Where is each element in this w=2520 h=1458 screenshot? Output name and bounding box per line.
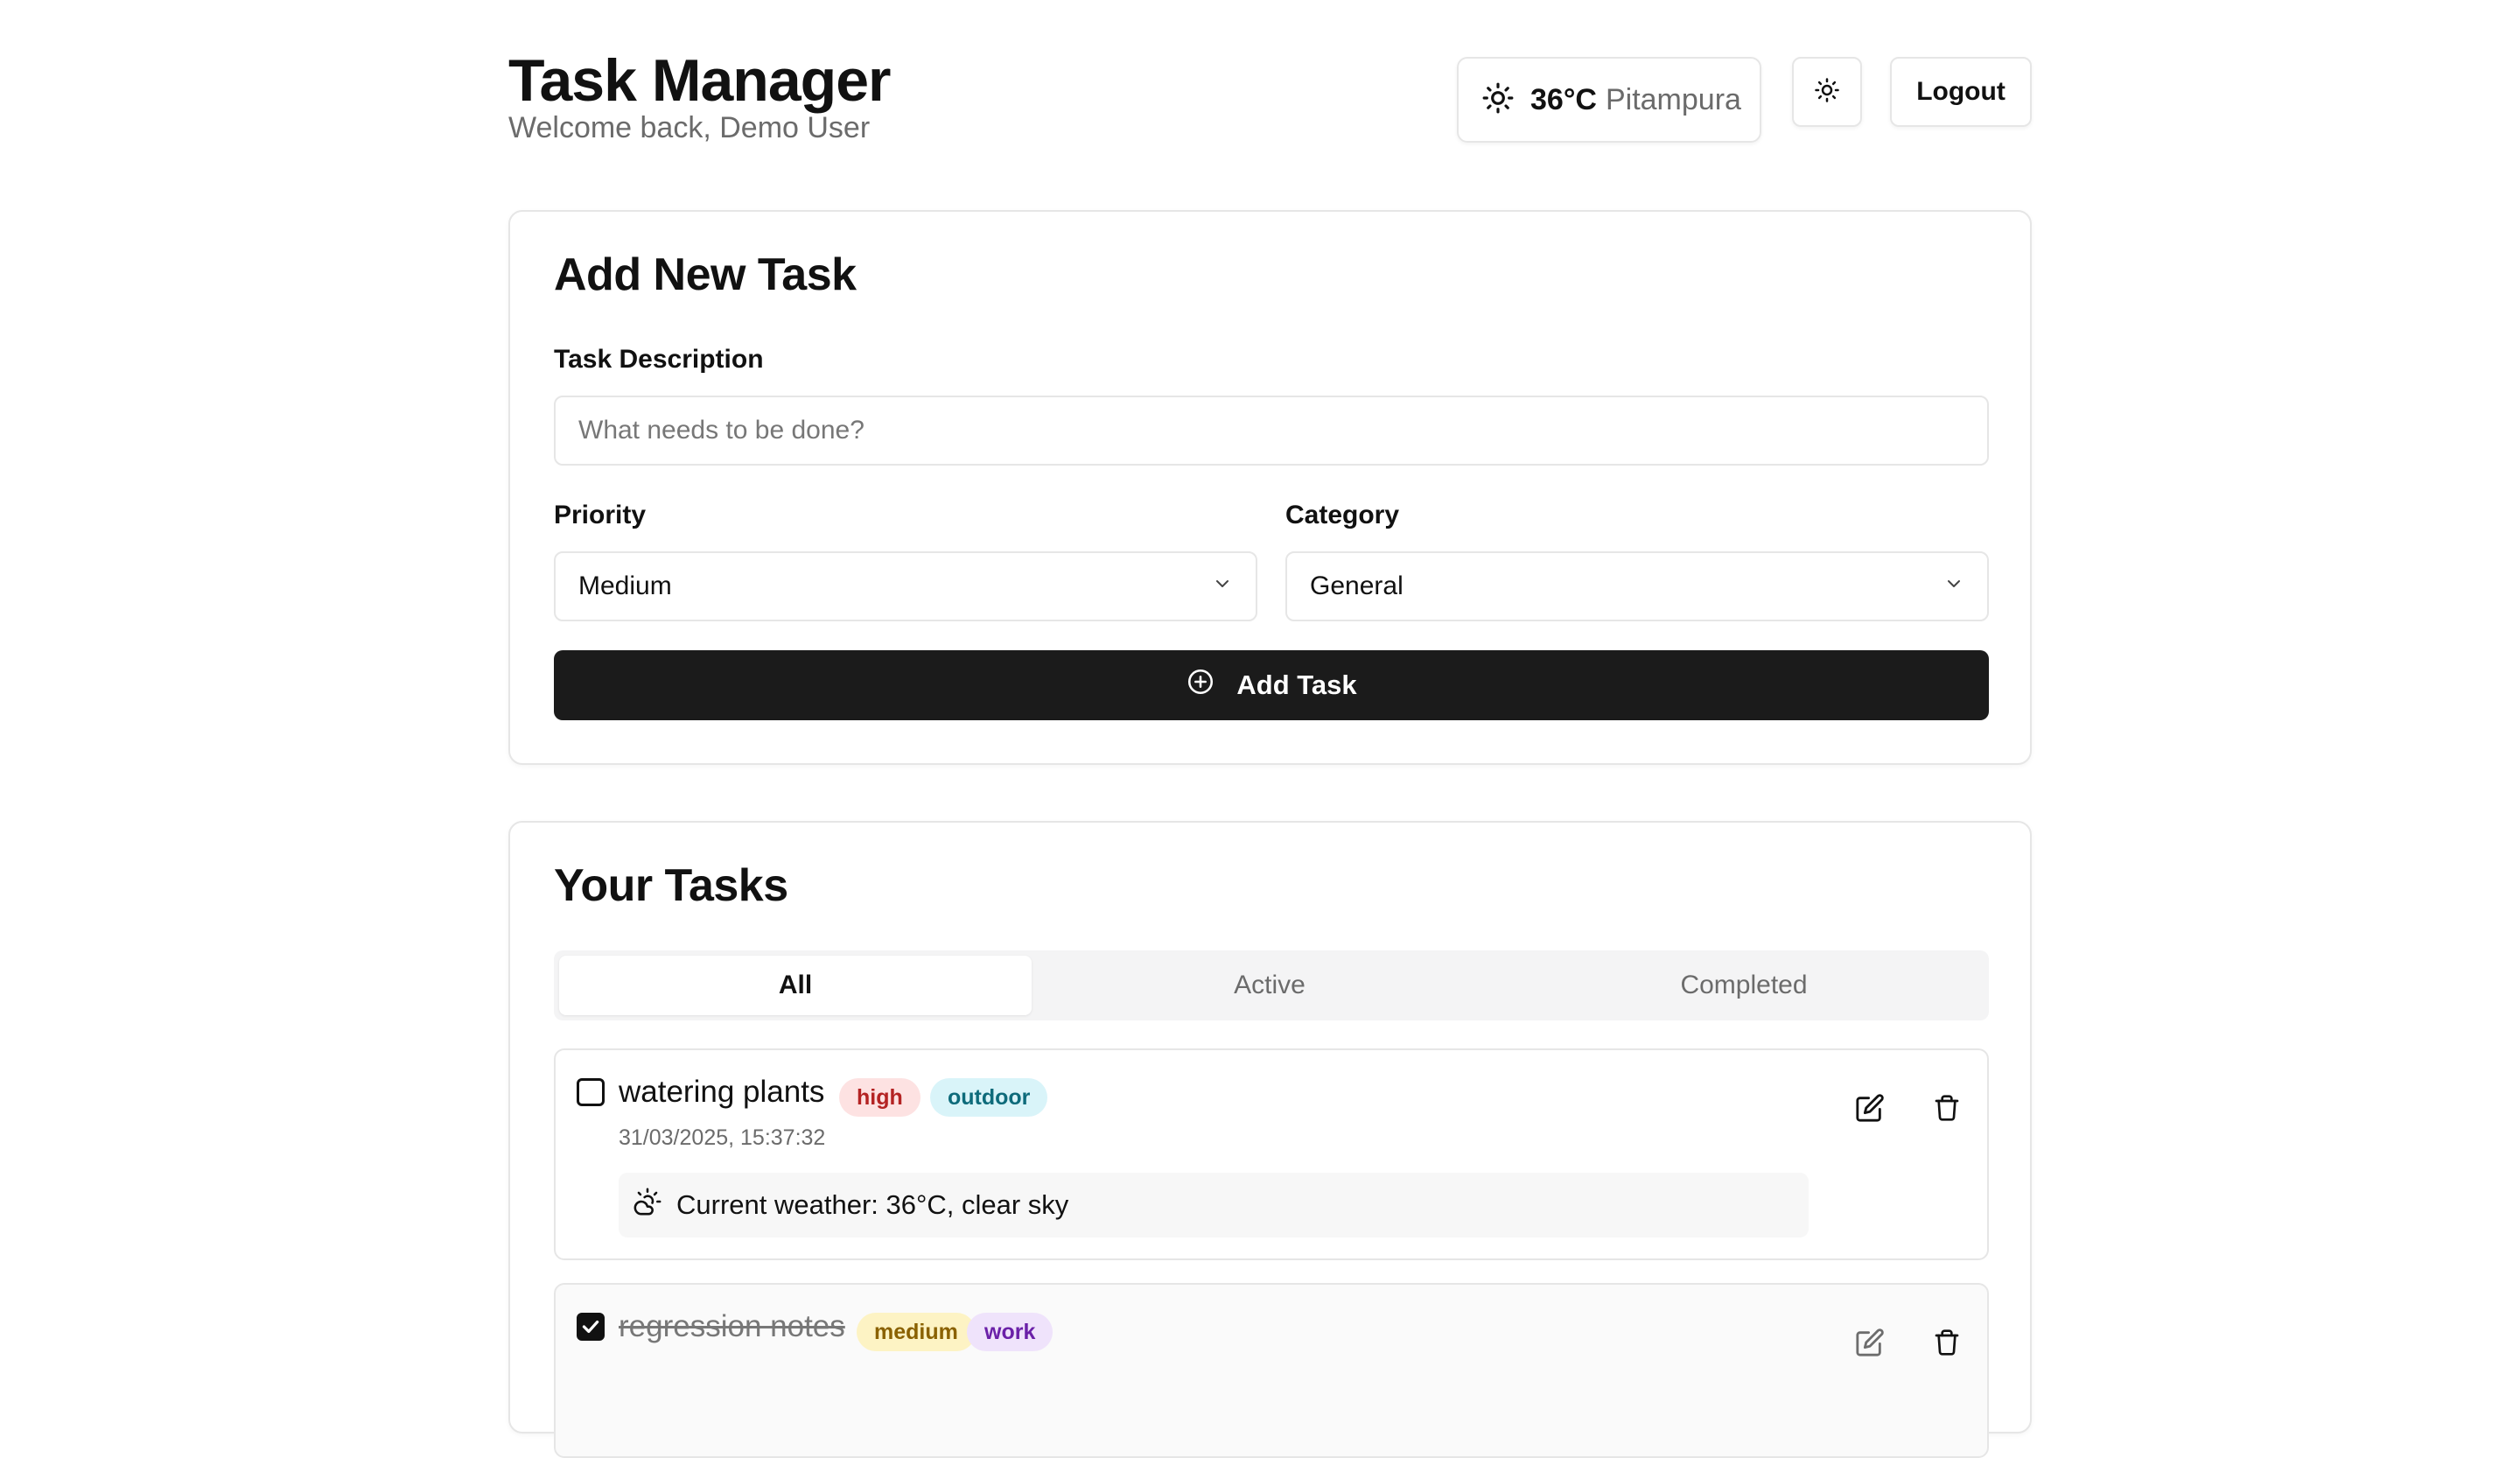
category-label: Category — [1285, 501, 1400, 529]
tasks-card: Your Tasks All Active Completed watering… — [508, 821, 2032, 1458]
chevron-down-icon — [1943, 571, 1964, 601]
priority-badge: medium — [857, 1313, 976, 1351]
edit-icon — [1855, 1328, 1885, 1362]
category-badge: work — [967, 1313, 1054, 1351]
edit-task-button[interactable] — [1844, 1318, 1896, 1370]
tab-all[interactable]: All — [559, 956, 1032, 1015]
task-complete-checkbox[interactable] — [577, 1078, 605, 1106]
category-selected-value: General — [1310, 571, 1404, 600]
theme-toggle-button[interactable] — [1792, 57, 1862, 127]
weather-widget: 36°C Pitampura — [1457, 57, 1761, 143]
edit-icon — [1855, 1093, 1885, 1127]
cloud-sun-icon — [633, 1187, 662, 1223]
sun-icon — [1481, 81, 1515, 119]
task-title: watering plants — [619, 1075, 825, 1109]
tasks-title: Your Tasks — [554, 860, 788, 911]
add-task-button[interactable]: Add Task — [554, 650, 1989, 720]
task-description-label: Task Description — [554, 345, 764, 374]
priority-selected-value: Medium — [578, 571, 672, 600]
welcome-message: Welcome back, Demo User — [508, 111, 871, 144]
add-task-title: Add New Task — [554, 249, 857, 300]
task-filter-tabs: All Active Completed — [554, 950, 1989, 1020]
priority-select[interactable]: Medium — [554, 551, 1257, 621]
tab-active[interactable]: Active — [1033, 956, 1506, 1015]
edit-task-button[interactable] — [1844, 1083, 1896, 1136]
check-icon — [582, 1320, 599, 1334]
trash-icon — [1933, 1328, 1961, 1361]
task-item: regression notes medium work — [554, 1283, 1989, 1458]
weather-note-text: Current weather: 36°C, clear sky — [676, 1189, 1069, 1220]
tab-completed[interactable]: Completed — [1508, 956, 1980, 1015]
app-title: Task Manager — [508, 47, 891, 114]
task-weather-note: Current weather: 36°C, clear sky — [619, 1173, 1809, 1237]
chevron-down-icon — [1212, 571, 1233, 601]
sun-icon — [1814, 77, 1840, 108]
task-manager-page: Task Manager Welcome back, Demo User 36°… — [0, 0, 2520, 1458]
delete-task-button[interactable] — [1921, 1083, 1973, 1136]
category-select[interactable]: General — [1285, 551, 1989, 621]
task-title: regression notes — [619, 1309, 845, 1343]
delete-task-button[interactable] — [1921, 1318, 1973, 1370]
weather-temperature: 36°C — [1530, 82, 1597, 116]
add-task-button-label: Add Task — [1236, 669, 1357, 700]
task-description-input[interactable] — [554, 396, 1989, 466]
task-item: watering plants high outdoor 31/03/2025,… — [554, 1048, 1989, 1260]
task-complete-checkbox[interactable] — [577, 1313, 605, 1341]
weather-city: Pitampura — [1605, 82, 1741, 116]
priority-badge: high — [839, 1078, 920, 1117]
task-timestamp: 31/03/2025, 15:37:32 — [619, 1125, 826, 1150]
plus-circle-icon — [1186, 667, 1215, 704]
trash-icon — [1933, 1094, 1961, 1126]
priority-label: Priority — [554, 501, 647, 529]
category-badge: outdoor — [930, 1078, 1048, 1117]
logout-button[interactable]: Logout — [1890, 57, 2032, 127]
add-task-card: Add New Task Task Description Priority M… — [508, 210, 2032, 765]
